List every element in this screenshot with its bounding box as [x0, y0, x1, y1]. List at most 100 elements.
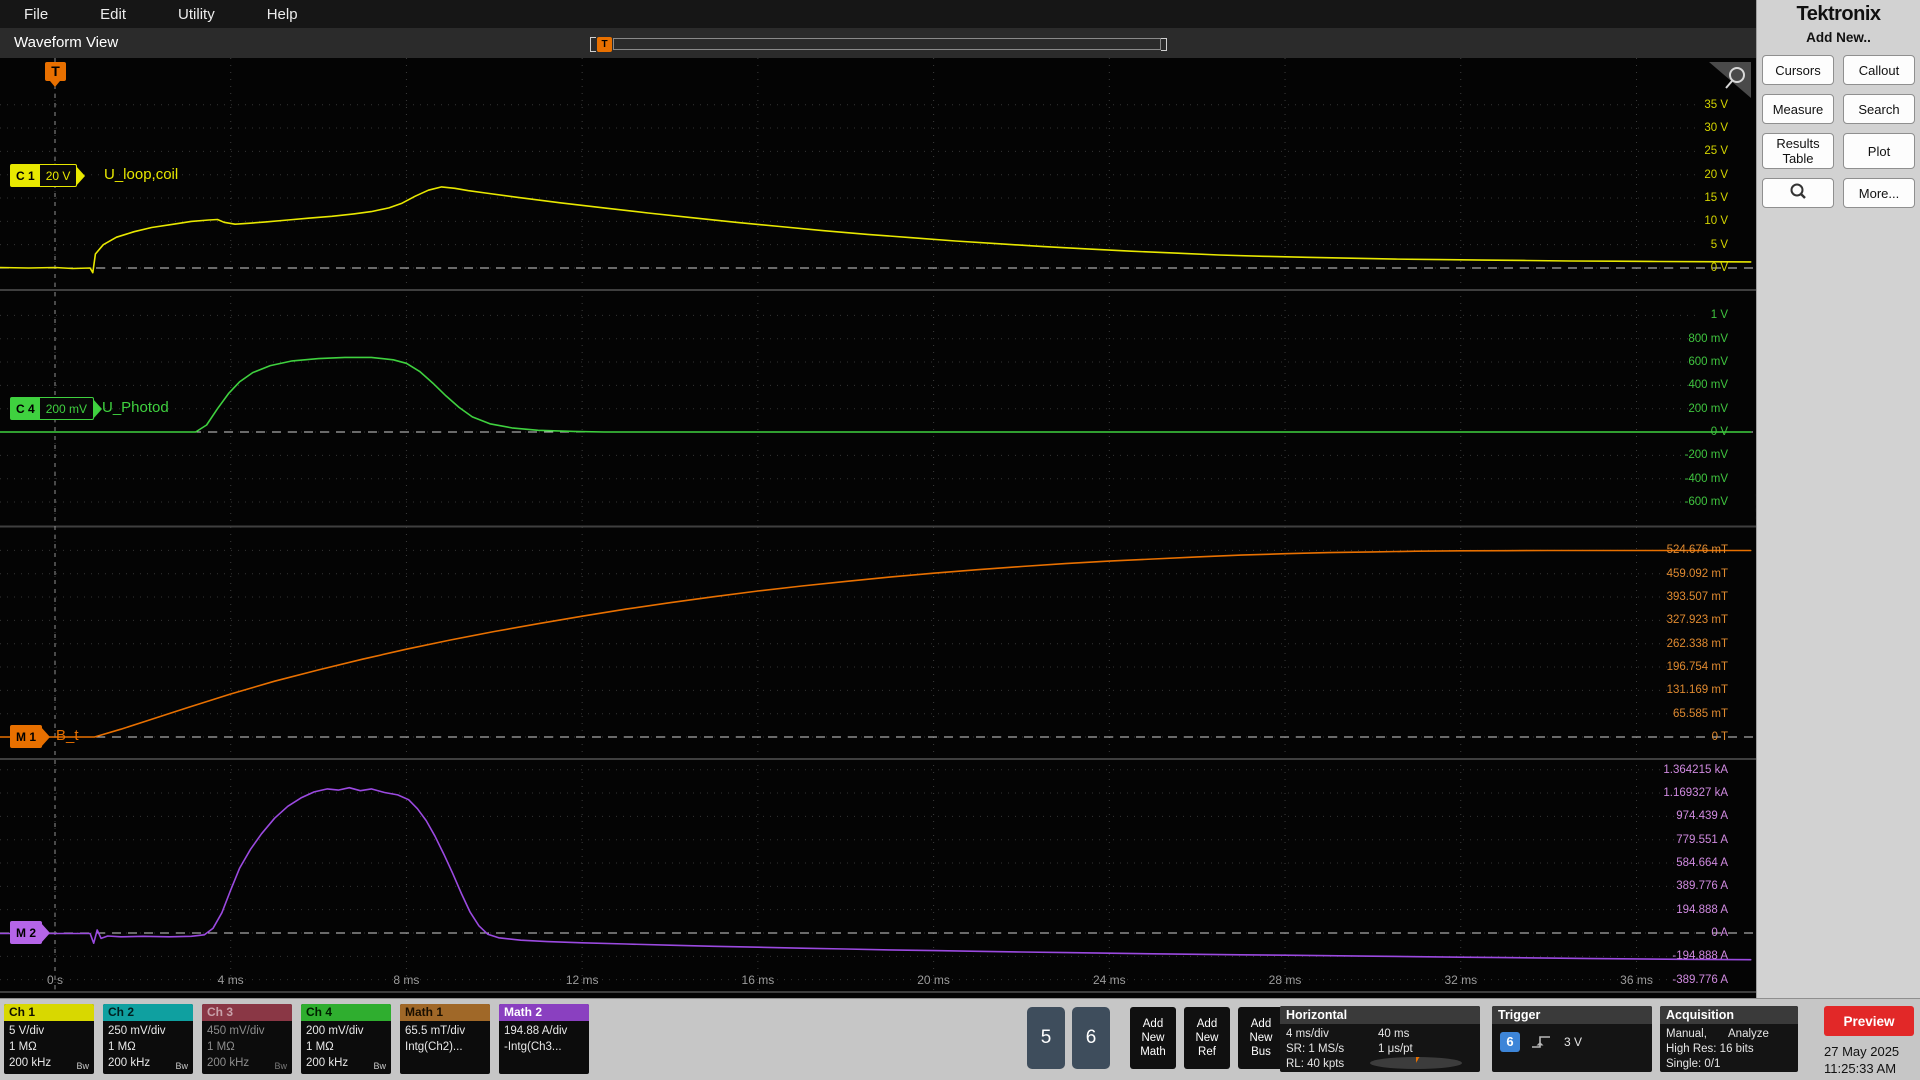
bandwidth-limit-icon: Bᴡ: [175, 1061, 188, 1071]
time-label-28-ms: 28 ms: [1268, 973, 1302, 987]
math-badge-m2[interactable]: M 2: [10, 921, 51, 944]
time-text: 11:25:33 AM: [1824, 1061, 1897, 1076]
channel-card-title: Ch 1: [4, 1004, 94, 1021]
channel-6-button[interactable]: 6: [1072, 1007, 1110, 1069]
sidebar-button-callout[interactable]: Callout: [1843, 55, 1915, 85]
channel-card-title: Math 2: [499, 1004, 589, 1021]
scale-label-m1: 131.169 mT: [1666, 684, 1728, 697]
channel-setting: 5 V/div: [9, 1025, 45, 1037]
add-new-math-button[interactable]: Add New Math: [1130, 1007, 1176, 1069]
time-label-24-ms: 24 ms: [1092, 973, 1126, 987]
horizontal-pan-bar[interactable]: T: [590, 36, 1167, 52]
waveform-canvas: [0, 58, 1756, 993]
trace-ch1: [0, 186, 1752, 274]
channel-card-body: 5 V/div 1 MΩ 200 kHz Bᴡ: [4, 1021, 94, 1074]
trigger-flag-icon[interactable]: T: [45, 62, 66, 87]
menu-utility[interactable]: Utility: [178, 6, 215, 23]
channel-card-ch-3[interactable]: Ch 3 450 mV/div 1 MΩ 200 kHz Bᴡ: [202, 1004, 292, 1074]
trace-label-m1: B_t: [56, 727, 79, 744]
time-label-36-ms: 36 ms: [1620, 973, 1653, 987]
channel-card-title: Ch 2: [103, 1004, 193, 1021]
scale-label-ch4: 200 mV: [1688, 402, 1728, 415]
channel-setting: 250 mV/div: [108, 1025, 166, 1037]
acquisition-panel-title: Acquisition: [1660, 1006, 1798, 1024]
channel-card-math-1[interactable]: Math 1 65.5 mT/div Intg(Ch2)...: [400, 1004, 490, 1074]
scale-label-ch4: 0 V: [1710, 426, 1728, 438]
channel-setting: -Intg(Ch3...: [504, 1041, 562, 1053]
badge-arrow-icon: [93, 398, 103, 419]
acquisition-panel[interactable]: Acquisition Manual, Analyze High Res: 16…: [1660, 1006, 1798, 1072]
scale-label-m2: 389.776 A: [1676, 880, 1728, 893]
scale-label-m2: 974.439 A: [1676, 810, 1728, 823]
trigger-panel[interactable]: Trigger 6 3 V: [1492, 1006, 1652, 1072]
acquisition-count: Single: 0/1: [1666, 1058, 1721, 1070]
scale-label-ch4: 600 mV: [1688, 356, 1728, 369]
scale-label-m1: 196.754 mT: [1666, 661, 1728, 673]
trigger-panel-title: Trigger: [1492, 1006, 1652, 1024]
zoom-corner-icon[interactable]: [1709, 62, 1751, 103]
sidebar-button-measure[interactable]: Measure: [1762, 94, 1834, 124]
bandwidth-limit-icon: Bᴡ: [373, 1061, 386, 1071]
pan-right-bracket: [1161, 37, 1167, 51]
scale-label-ch4: -600 mV: [1684, 496, 1728, 508]
sample-rate: SR: 1 MS/s: [1286, 1043, 1345, 1055]
channel-setting: 200 kHz Bᴡ: [306, 1055, 386, 1074]
scale-label-ch1: 5 V: [1710, 238, 1728, 251]
math-badge-id: M 2: [11, 922, 42, 943]
math-badge-m1[interactable]: M 1: [10, 725, 51, 748]
channel-badge-ch4[interactable]: C 4 200 mV: [10, 397, 103, 420]
badge-arrow-icon: [41, 922, 51, 943]
channel-card-ch-1[interactable]: Ch 1 5 V/div 1 MΩ 200 kHz Bᴡ: [4, 1004, 94, 1074]
sidebar-button-search[interactable]: Search: [1843, 94, 1915, 124]
horizontal-panel-title: Horizontal: [1280, 1006, 1480, 1024]
record-length: RL: 40 kpts: [1286, 1058, 1345, 1070]
channel-card-math-2[interactable]: Math 2 194.88 A/div -Intg(Ch3...: [499, 1004, 589, 1074]
scale-label-m1: 393.507 mT: [1666, 591, 1728, 604]
right-sidebar: Tektronix Add New.. Cursors Callout Measur…: [1756, 0, 1920, 998]
trace-ch4: [0, 356, 1752, 433]
channel-5-button[interactable]: 5: [1027, 1007, 1065, 1069]
scale-label-ch1: 0 V: [1710, 262, 1728, 274]
channel-card-ch-2[interactable]: Ch 2 250 mV/div 1 MΩ 200 kHz Bᴡ: [103, 1004, 193, 1074]
trace-label-ch4: U_Photod: [102, 399, 169, 416]
channel-setting: 200 kHz Bᴡ: [9, 1055, 89, 1074]
scale-label-m2: 1.364215 kA: [1663, 763, 1728, 776]
preview-button[interactable]: Preview: [1824, 1006, 1914, 1036]
channel-card-title: Ch 3: [202, 1004, 292, 1021]
acquisition-analyze: Analyze: [1728, 1028, 1769, 1040]
pan-trigger-marker[interactable]: T: [597, 36, 612, 52]
channel-setting: 1 MΩ: [108, 1041, 136, 1053]
channel-setting: 194.88 A/div: [504, 1025, 568, 1037]
menu-edit[interactable]: Edit: [100, 6, 126, 23]
channel-card-body: 450 mV/div 1 MΩ 200 kHz Bᴡ: [202, 1021, 292, 1074]
pan-track[interactable]: [613, 38, 1161, 50]
add-new-bus-button[interactable]: Add New Bus: [1238, 1007, 1284, 1069]
add-new-ref-button[interactable]: Add New Ref: [1184, 1007, 1230, 1069]
scale-label-ch1: 20 V: [1704, 168, 1728, 181]
channel-card-ch-4[interactable]: Ch 4 200 mV/div 1 MΩ 200 kHz Bᴡ: [301, 1004, 391, 1074]
add-new-heading: Add New..: [1806, 30, 1871, 45]
time-label-8-ms: 8 ms: [393, 973, 420, 987]
sidebar-button-plot[interactable]: Plot: [1843, 133, 1915, 169]
sidebar-zoom-button[interactable]: [1762, 178, 1834, 208]
scale-label-m1: 262.338 mT: [1666, 637, 1728, 650]
sidebar-button-more[interactable]: More...: [1843, 178, 1915, 208]
sidebar-button-results-table[interactable]: Results Table: [1762, 133, 1834, 169]
scale-label-ch1: 25 V: [1704, 145, 1728, 158]
sidebar-button-cursors[interactable]: Cursors: [1762, 55, 1834, 85]
channel-cards: Ch 1 5 V/div 1 MΩ 200 kHz Bᴡ Ch 2 250 mV/div 1 …: [4, 1004, 589, 1074]
scale-label-ch1: 15 V: [1704, 192, 1728, 204]
menu-file[interactable]: File: [24, 6, 48, 23]
pan-left-bracket: [590, 36, 596, 52]
waveform-display[interactable]: T C 1 20 V U_loop,coil C 4 200 mV U_Phot…: [0, 58, 1756, 998]
horizontal-gauge-icon: [1370, 1057, 1463, 1069]
horizontal-window: 40 ms: [1378, 1028, 1410, 1040]
horizontal-panel[interactable]: Horizontal 4 ms/div 40 ms SR: 1 MS/s 1 μ…: [1280, 1006, 1480, 1072]
time-label-16-ms: 16 ms: [741, 973, 775, 987]
channel-badge-ch1[interactable]: C 1 20 V: [10, 164, 86, 187]
menu-help[interactable]: Help: [267, 6, 298, 23]
scale-label-ch4: 800 mV: [1688, 332, 1728, 345]
date-text: 27 May 2025: [1824, 1044, 1900, 1059]
badge-arrow-icon: [76, 165, 86, 186]
scale-label-m2: -194.888 A: [1672, 950, 1728, 963]
